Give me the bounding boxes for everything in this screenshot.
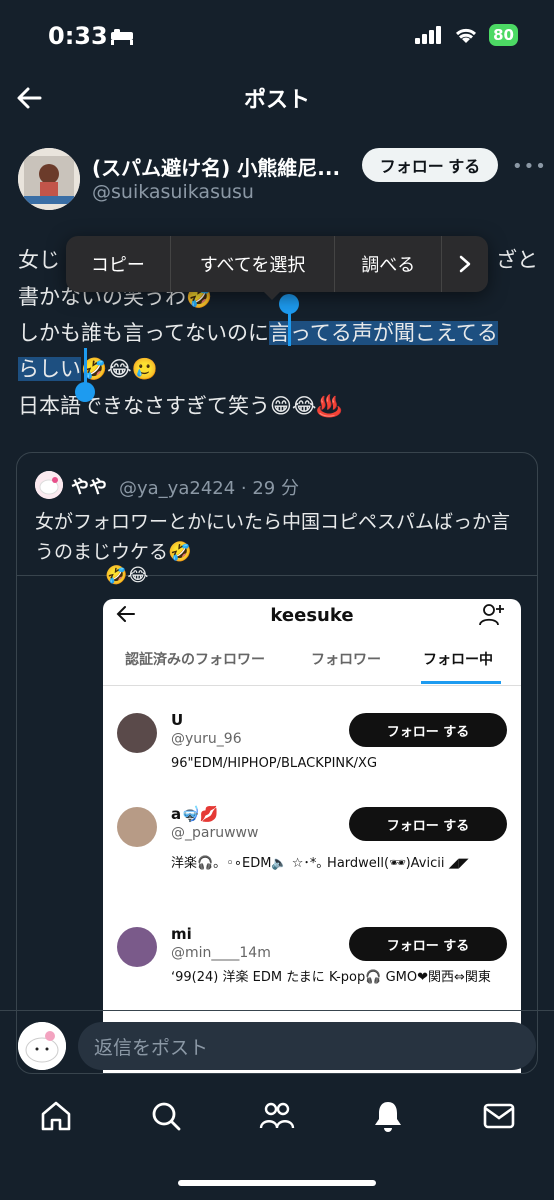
shot-user-avatar: [117, 927, 157, 967]
post-line-3: しかも誰も言ってないのに言ってる声が聞こえてる: [18, 315, 498, 352]
shot-follow-button: フォロー する: [349, 807, 507, 841]
search-icon[interactable]: [148, 1098, 184, 1134]
page-title: ポスト: [243, 88, 310, 113]
follow-button[interactable]: フォロー する: [362, 148, 498, 182]
shot-user-bio: 96"EDM/HIPHOP/BLACKPINK/XG: [171, 756, 378, 771]
wifi-icon: [456, 28, 477, 43]
shot-user-avatar: [117, 807, 157, 847]
communities-icon[interactable]: [259, 1098, 295, 1134]
shot-user-handle: @min____14m: [171, 945, 271, 961]
shot-tab-verified: 認証済みのフォロワー: [125, 652, 265, 668]
selection-start-bar: [288, 310, 291, 346]
more-options-icon[interactable]: •••: [512, 156, 547, 177]
menu-lookup[interactable]: 調べる: [335, 236, 443, 292]
menu-select-all[interactable]: すべてを選択: [171, 236, 336, 292]
home-indicator: [178, 1180, 376, 1186]
quote-image[interactable]: keesuke 認証済みのフォロワー フォロワー フォロー中 U @yuru_9…: [103, 599, 521, 1073]
shot-add-user-icon: [479, 603, 505, 631]
shot-tab-following: フォロー中: [423, 652, 493, 668]
text-context-menu: コピー すべてを選択 調べる: [66, 236, 488, 292]
shot-tab-followers: フォロワー: [311, 652, 381, 668]
author-handle[interactable]: @suikasuikasusu: [92, 181, 254, 203]
status-icons: 80: [415, 24, 518, 46]
author-name[interactable]: (スパム避け名) 小熊維尼...: [92, 152, 340, 181]
quote-emoji-peek: 🤣😂: [105, 565, 149, 586]
quote-text: 女がフォロワーとかにいたら中国コピペスパムばっか言うのまじウケる🤣: [35, 511, 511, 563]
quote-avatar[interactable]: [35, 471, 63, 499]
quote-author-name[interactable]: やや: [71, 473, 107, 499]
menu-copy[interactable]: コピー: [66, 236, 171, 292]
notifications-icon[interactable]: [370, 1098, 406, 1134]
shot-user-handle: @yuru_96: [171, 731, 242, 747]
reply-divider: [0, 1010, 554, 1011]
shot-divider: [103, 685, 521, 686]
bed-icon: [110, 28, 134, 50]
selection-end-bar: [84, 348, 87, 384]
signal-icon: [415, 26, 442, 44]
author-avatar[interactable]: [18, 148, 80, 210]
post-line-4-emoji: 🤣😂🥲: [81, 357, 158, 381]
menu-caret: [262, 290, 282, 300]
shot-tab-underline: [421, 681, 501, 684]
home-icon[interactable]: [38, 1098, 74, 1134]
shot-title: keesuke: [270, 605, 354, 626]
post-line-1-end: ざと: [496, 248, 538, 272]
shot-user-avatar: [117, 713, 157, 753]
status-time: 0:33: [48, 22, 108, 50]
quote-author-handle[interactable]: @ya_ya2424 · 29 分: [119, 474, 299, 500]
selected-text[interactable]: 言ってる声が聞こえてる: [268, 321, 498, 345]
shot-follow-button: フォロー する: [349, 713, 507, 747]
quoted-post[interactable]: やや @ya_ya2424 · 29 分 女がフォロワーとかにいたら中国コピペス…: [16, 452, 538, 1074]
selected-text-end[interactable]: らしい: [18, 357, 81, 381]
shot-user-name: mi: [171, 925, 192, 943]
reply-input[interactable]: 返信をポスト: [78, 1022, 536, 1070]
selection-end-handle[interactable]: [75, 382, 95, 402]
shot-user-name: U: [171, 711, 184, 729]
shot-user-bio: ʻ99(24) 洋楽 EDM たまに K-pop🎧 GMO❤関西⇔関東: [171, 970, 491, 985]
post-line-3-text: しかも誰も言ってないのに: [18, 321, 269, 345]
messages-icon[interactable]: [481, 1098, 517, 1134]
shot-user-name: a🤿💋: [171, 805, 219, 823]
post-line-5: 日本語できなさすぎて笑う😁😂♨️: [18, 394, 343, 418]
my-avatar[interactable]: [18, 1022, 66, 1070]
shot-user-handle: @_paruwww: [171, 825, 259, 841]
menu-next-icon[interactable]: [442, 236, 488, 292]
shot-user-bio: 洋楽🎧。◦∘EDM🔈 ☆･*｡ Hardwell(🕶)Avicii ◢◤: [171, 856, 469, 871]
shot-follow-button: フォロー する: [349, 927, 507, 961]
quote-divider: [17, 575, 537, 576]
battery-indicator: 80: [489, 24, 518, 46]
post-line-1-start: 女じ: [18, 248, 60, 272]
